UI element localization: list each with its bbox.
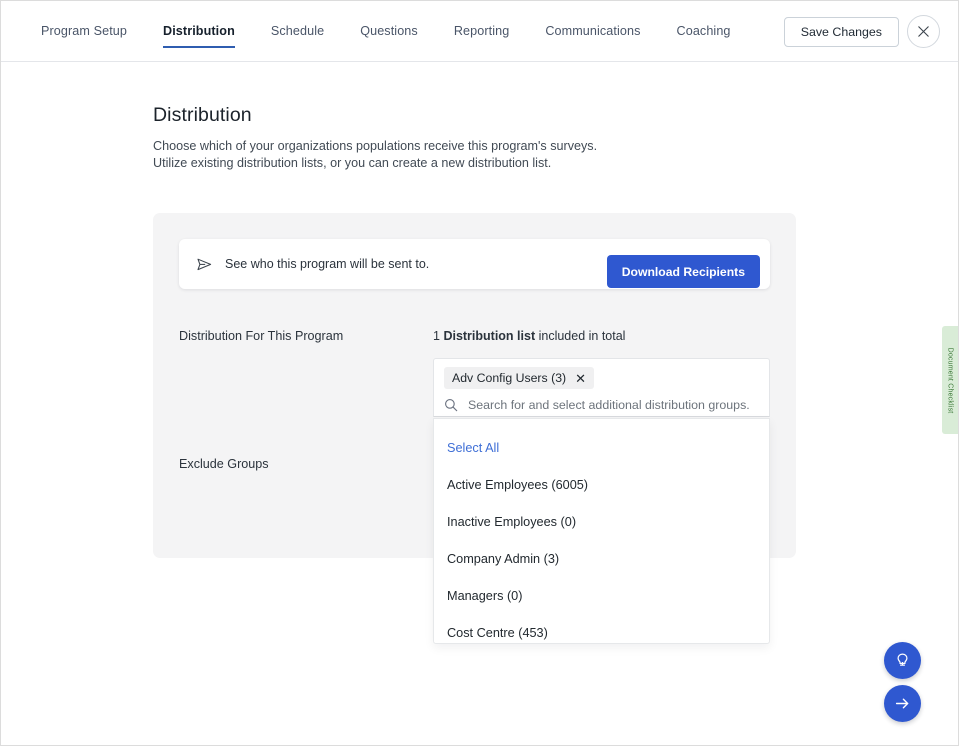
download-recipients-button[interactable]: Download Recipients xyxy=(607,255,760,288)
recipients-card-text: See who this program will be sent to. xyxy=(225,257,429,271)
arrow-right-icon xyxy=(893,694,912,713)
distribution-total-suffix: included in total xyxy=(539,329,626,343)
tab-schedule[interactable]: Schedule xyxy=(253,1,342,62)
selected-group-chip[interactable]: Adv Config Users (3) ✕ xyxy=(444,367,594,389)
lightbulb-icon xyxy=(893,651,912,670)
distribution-total-text: 1 Distribution list included in total xyxy=(433,329,625,343)
next-step-fab-button[interactable] xyxy=(884,685,921,722)
selected-group-chip-label: Adv Config Users (3) xyxy=(452,371,566,385)
nav-tabs: Program Setup Distribution Schedule Ques… xyxy=(23,1,749,62)
page-description: Choose which of your organizations popul… xyxy=(153,138,597,172)
tab-program-setup[interactable]: Program Setup xyxy=(23,1,145,62)
distribution-select-box[interactable]: Adv Config Users (3) ✕ xyxy=(433,358,770,417)
app-window: Program Setup Distribution Schedule Ques… xyxy=(0,0,959,746)
recipients-card: See who this program will be sent to. Do… xyxy=(179,239,770,289)
dropdown-item-cost-centre[interactable]: Cost Centre (453) xyxy=(434,614,769,651)
distribution-search-row xyxy=(444,397,759,413)
tab-coaching[interactable]: Coaching xyxy=(659,1,749,62)
send-icon xyxy=(196,256,213,273)
close-button[interactable] xyxy=(907,15,940,48)
page-description-line2: Utilize existing distribution lists, or … xyxy=(153,155,597,172)
tips-fab-button[interactable] xyxy=(884,642,921,679)
page-title: Distribution xyxy=(153,104,252,127)
tab-reporting[interactable]: Reporting xyxy=(436,1,528,62)
dropdown-item-inactive-employees[interactable]: Inactive Employees (0) xyxy=(434,503,769,540)
exclude-groups-label: Exclude Groups xyxy=(179,457,269,471)
dropdown-item-select-all[interactable]: Select All xyxy=(434,429,769,466)
page-description-line1: Choose which of your organizations popul… xyxy=(153,138,597,155)
document-checklist-tab-label: Document Checklist xyxy=(947,347,954,413)
dropdown-item-active-employees[interactable]: Active Employees (6005) xyxy=(434,466,769,503)
save-changes-button[interactable]: Save Changes xyxy=(784,17,899,47)
document-checklist-tab[interactable]: Document Checklist xyxy=(942,326,958,434)
close-icon xyxy=(917,25,930,38)
distribution-total-bold: Distribution list xyxy=(443,329,535,343)
tab-communications[interactable]: Communications xyxy=(527,1,658,62)
dropdown-item-managers[interactable]: Managers (0) xyxy=(434,577,769,614)
tab-distribution[interactable]: Distribution xyxy=(145,1,253,62)
distribution-for-program-label: Distribution For This Program xyxy=(179,329,343,343)
distribution-search-input[interactable] xyxy=(466,397,759,413)
dropdown-item-company-admin[interactable]: Company Admin (3) xyxy=(434,540,769,577)
topbar-actions: Save Changes xyxy=(784,1,940,62)
distribution-total-count: 1 xyxy=(433,329,440,343)
top-navigation-bar: Program Setup Distribution Schedule Ques… xyxy=(1,1,958,62)
remove-chip-icon[interactable]: ✕ xyxy=(575,372,586,385)
distribution-groups-dropdown: Select All Active Employees (6005) Inact… xyxy=(433,418,770,644)
search-icon xyxy=(444,398,458,412)
tab-questions[interactable]: Questions xyxy=(342,1,436,62)
